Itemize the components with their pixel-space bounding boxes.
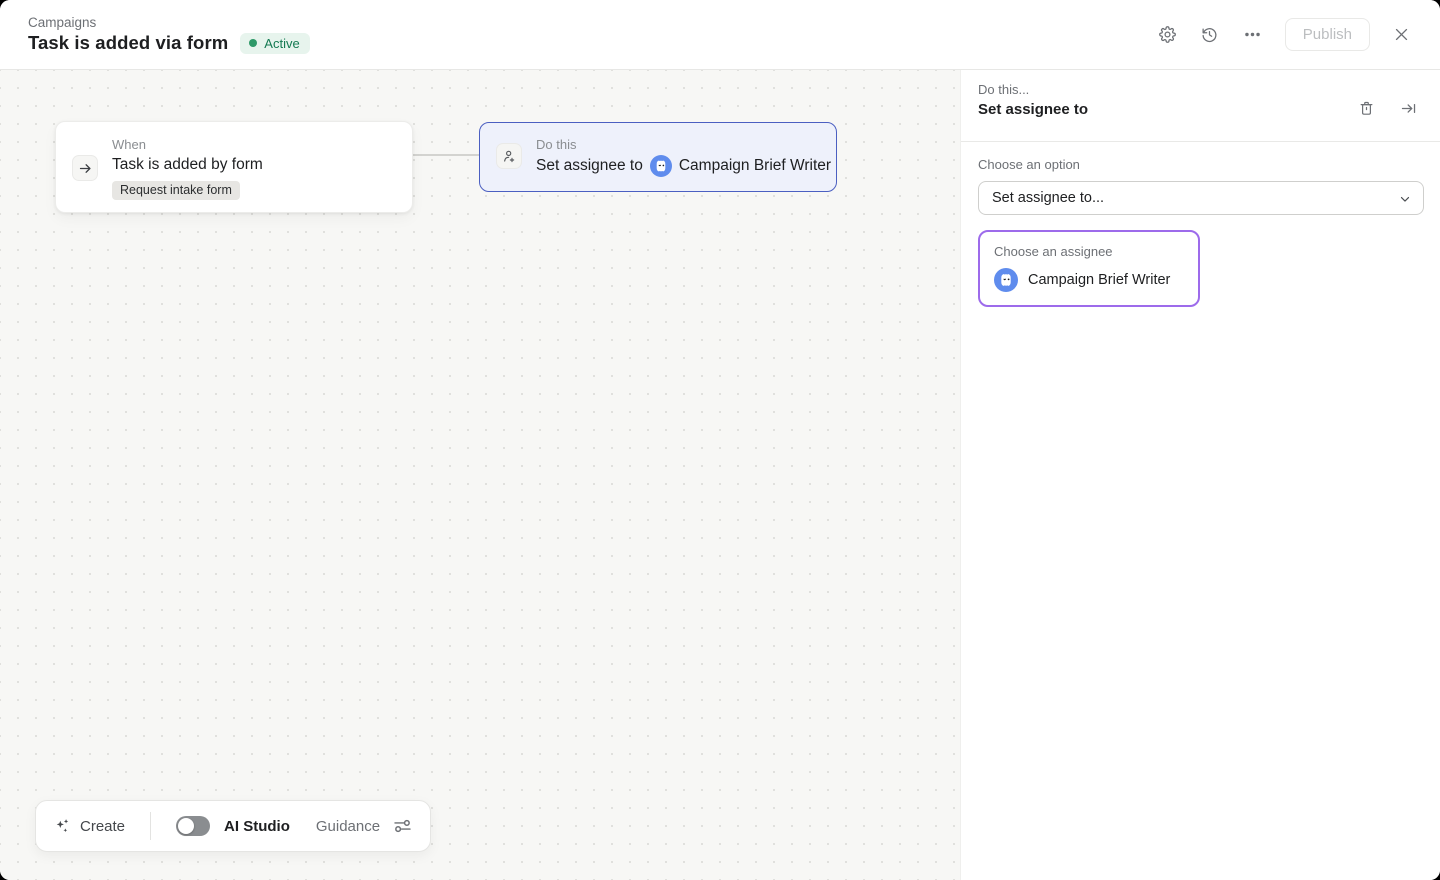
panel-header: Do this... Set assignee to bbox=[961, 70, 1440, 142]
ai-studio-toggle[interactable] bbox=[176, 816, 210, 836]
agent-avatar-icon bbox=[650, 155, 672, 177]
canvas-toolbar: Create AI Studio Guidance bbox=[35, 800, 431, 852]
title-row: Task is added via form Active bbox=[28, 32, 310, 54]
header-actions: Publish bbox=[1157, 18, 1412, 51]
action-card[interactable]: Do this Set assignee to Campaign Brief W… bbox=[479, 122, 837, 192]
panel-title: Set assignee to bbox=[978, 101, 1420, 118]
guidance-button[interactable]: Guidance bbox=[316, 818, 380, 835]
panel-header-actions bbox=[1356, 98, 1419, 119]
sliders-icon bbox=[392, 817, 413, 835]
gear-icon bbox=[1159, 26, 1176, 43]
action-title-prefix: Set assignee to bbox=[536, 157, 643, 175]
settings-button[interactable] bbox=[1157, 24, 1178, 45]
connector-line bbox=[413, 154, 479, 156]
close-icon bbox=[1393, 26, 1410, 43]
action-type-select-value: Set assignee to... bbox=[992, 190, 1104, 206]
action-assignee-name: Campaign Brief Writer bbox=[679, 157, 831, 175]
create-label: Create bbox=[80, 818, 125, 835]
sparkle-icon bbox=[54, 817, 72, 835]
form-chip[interactable]: Request intake form bbox=[112, 181, 240, 200]
delete-action-button[interactable] bbox=[1356, 98, 1377, 119]
action-kicker: Do this bbox=[536, 137, 576, 152]
action-icon-square bbox=[496, 143, 522, 169]
action-type-select[interactable]: Set assignee to... bbox=[978, 181, 1424, 215]
toolbar-divider bbox=[150, 812, 151, 840]
assignee-picker[interactable]: Choose an assignee Campaign Brief Writer bbox=[978, 230, 1200, 307]
status-label: Active bbox=[264, 36, 299, 51]
status-badge: Active bbox=[240, 33, 309, 54]
agent-avatar-icon bbox=[994, 268, 1018, 292]
history-button[interactable] bbox=[1199, 24, 1220, 45]
publish-button[interactable]: Publish bbox=[1285, 18, 1370, 51]
toggle-knob bbox=[178, 818, 194, 834]
collapse-panel-icon bbox=[1400, 100, 1417, 117]
trigger-kicker: When bbox=[112, 137, 146, 152]
trigger-card[interactable]: When Task is added by form Request intak… bbox=[55, 121, 413, 213]
settings-sliders-button[interactable] bbox=[390, 815, 415, 837]
ellipsis-icon bbox=[1243, 25, 1262, 44]
breadcrumb[interactable]: Campaigns bbox=[28, 15, 310, 30]
status-dot-icon bbox=[249, 39, 257, 47]
panel-kicker: Do this... bbox=[978, 82, 1420, 97]
chevron-down-icon bbox=[1398, 192, 1412, 206]
assignee-label: Choose an assignee bbox=[994, 244, 1184, 259]
assignee-name: Campaign Brief Writer bbox=[1028, 272, 1170, 288]
trash-icon bbox=[1358, 100, 1375, 117]
assignee-row[interactable]: Campaign Brief Writer bbox=[994, 268, 1184, 292]
trigger-icon-square bbox=[72, 155, 98, 181]
collapse-panel-button[interactable] bbox=[1398, 98, 1419, 119]
person-add-icon bbox=[501, 148, 517, 164]
more-options-button[interactable] bbox=[1241, 23, 1264, 46]
action-title-row: Set assignee to Campaign Brief Writer bbox=[536, 155, 831, 177]
action-settings-panel: Do this... Set assignee to Choose an opt… bbox=[960, 70, 1440, 880]
trigger-title: Task is added by form bbox=[112, 156, 263, 174]
ai-studio-label: AI Studio bbox=[224, 818, 290, 835]
rule-canvas[interactable]: When Task is added by form Request intak… bbox=[0, 70, 960, 880]
create-button[interactable]: Create bbox=[54, 817, 125, 835]
header: Campaigns Task is added via form Active … bbox=[0, 0, 1440, 70]
page-title: Task is added via form bbox=[28, 32, 228, 54]
arrow-right-icon bbox=[78, 161, 93, 176]
header-titles: Campaigns Task is added via form Active bbox=[28, 15, 310, 54]
history-icon bbox=[1201, 26, 1218, 43]
close-button[interactable] bbox=[1391, 24, 1412, 45]
panel-body: Choose an option Set assignee to... Choo… bbox=[961, 142, 1440, 307]
automation-builder-window: Campaigns Task is added via form Active … bbox=[0, 0, 1440, 880]
option-label: Choose an option bbox=[978, 157, 1423, 172]
